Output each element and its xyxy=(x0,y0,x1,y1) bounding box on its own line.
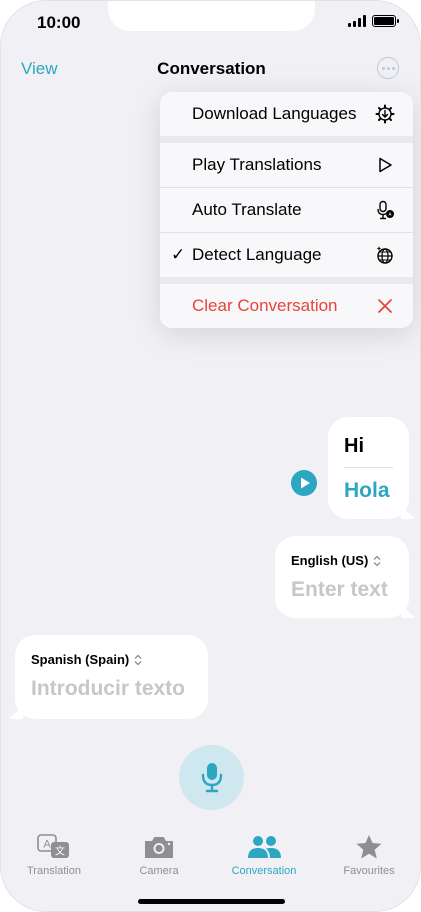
people-icon xyxy=(248,836,281,858)
source-text: Hi xyxy=(344,435,364,457)
menu-item-clear-conversation[interactable]: Clear Conversation xyxy=(160,284,413,328)
language-selector-english[interactable]: English (US) xyxy=(291,553,381,568)
menu-item-play-translations[interactable]: Play Translations xyxy=(160,143,413,187)
phone-screen: 10:00 View Conversation Hi Hola English … xyxy=(0,0,421,912)
options-menu: Download Languages Play Translations Aut… xyxy=(160,92,413,328)
spanish-input-bubble[interactable]: Spanish (Spain) Introducir texto xyxy=(9,635,208,719)
spanish-text-input[interactable]: Introducir texto xyxy=(31,677,185,701)
english-input-bubble[interactable]: English (US) Enter text xyxy=(275,536,415,618)
microphone-icon xyxy=(201,763,223,793)
tab-favourites[interactable]: Favourites xyxy=(319,833,419,877)
menu-item-auto-translate[interactable]: Auto Translate A xyxy=(160,188,413,232)
menu-item-download-languages[interactable]: Download Languages xyxy=(160,92,413,136)
checkmark-icon: ✓ xyxy=(171,245,186,264)
battery-icon xyxy=(372,15,399,27)
notch xyxy=(108,1,315,31)
menu-item-detect-language[interactable]: ✓ Detect Language xyxy=(160,233,413,277)
svg-text:A: A xyxy=(43,839,51,851)
play-translation-button[interactable] xyxy=(291,470,317,496)
status-time: 10:00 xyxy=(37,13,81,32)
translated-text: Hola xyxy=(344,479,390,502)
signal-icon xyxy=(348,15,366,27)
language-selector-spanish[interactable]: Spanish (Spain) xyxy=(31,652,142,667)
globe-sparkle-icon xyxy=(376,246,393,264)
mic-auto-icon: A xyxy=(377,200,394,220)
tab-camera[interactable]: Camera xyxy=(109,833,209,877)
view-button[interactable]: View xyxy=(21,59,58,79)
chevron-updown-icon xyxy=(373,555,381,566)
home-indicator xyxy=(138,899,285,904)
divider xyxy=(344,467,393,468)
gear-download-icon xyxy=(375,104,395,124)
translation-icon: A 文 xyxy=(37,834,69,858)
svg-text:文: 文 xyxy=(55,845,65,858)
star-icon xyxy=(356,835,382,859)
close-icon xyxy=(378,299,392,313)
tab-translation[interactable]: A 文 Translation xyxy=(4,833,104,877)
language-label: Spanish (Spain) xyxy=(31,652,130,667)
play-icon xyxy=(301,477,310,489)
message-bubble[interactable]: Hi Hola xyxy=(328,417,415,519)
camera-icon xyxy=(145,837,173,858)
play-outline-icon xyxy=(379,157,392,173)
page-title: Conversation xyxy=(157,59,266,78)
english-text-input[interactable]: Enter text xyxy=(291,578,388,602)
language-label: English (US) xyxy=(291,553,369,568)
tab-conversation[interactable]: Conversation xyxy=(214,833,314,877)
more-options-icon[interactable] xyxy=(377,57,399,79)
chevron-updown-icon xyxy=(134,654,142,665)
status-icons xyxy=(348,15,399,27)
microphone-button[interactable] xyxy=(179,745,244,810)
